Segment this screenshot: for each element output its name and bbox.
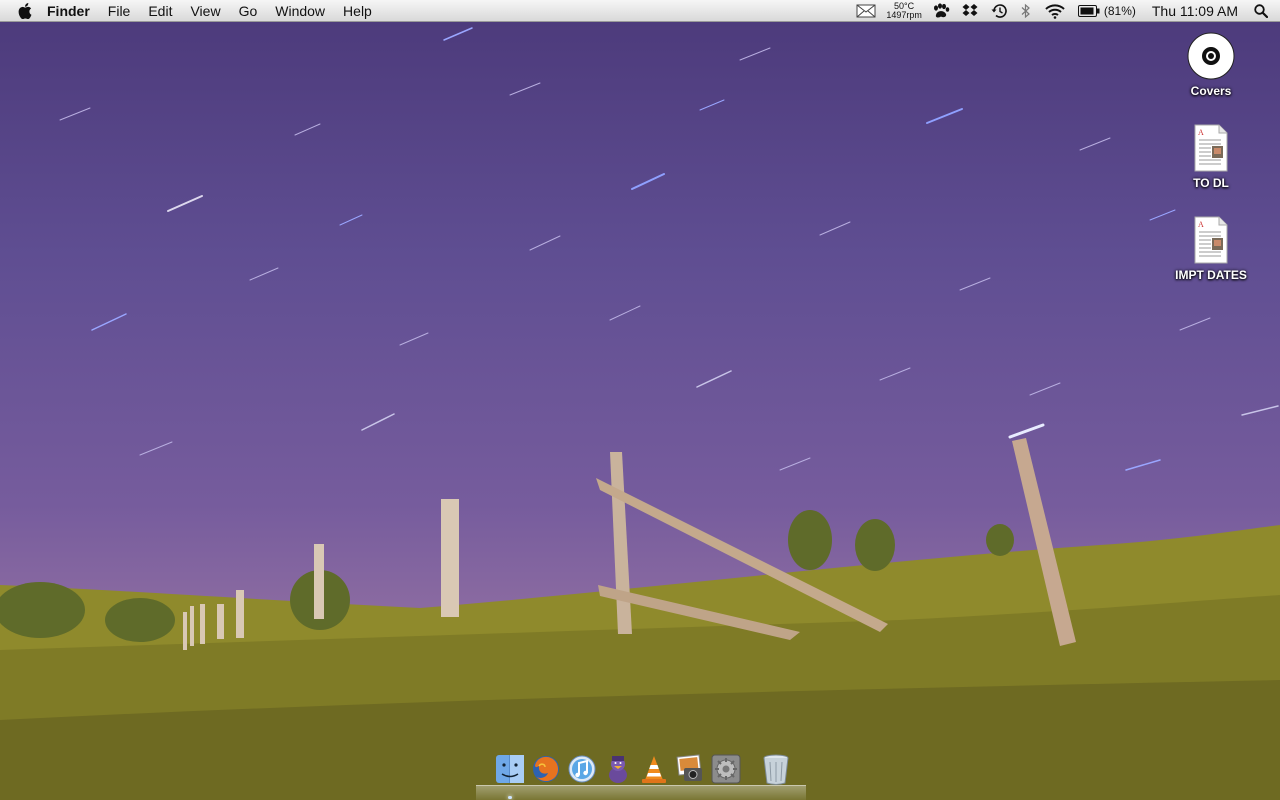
adium-duck-icon bbox=[609, 756, 627, 783]
menu-app-finder[interactable]: Finder bbox=[38, 0, 99, 22]
menu-bar-status-area: 50°C 1497rpm (81%) Thu 11:09 AM bbox=[850, 0, 1280, 22]
menu-clock[interactable]: Thu 11:09 AM bbox=[1142, 0, 1248, 22]
fan-speed-readout: 1497rpm bbox=[886, 10, 922, 20]
menu-go[interactable]: Go bbox=[230, 0, 267, 22]
menu-bar-left: Finder File Edit View Go Window Help bbox=[0, 0, 381, 22]
svg-text:A: A bbox=[1198, 220, 1204, 229]
desktop[interactable]: Covers A TO DL A IMPT DATES bbox=[0, 22, 1280, 800]
spotlight-button[interactable] bbox=[1248, 0, 1280, 22]
desktop-icon-label: IMPT DATES bbox=[1175, 268, 1247, 282]
battery-status[interactable]: (81%) bbox=[1072, 0, 1142, 22]
battery-percentage: (81%) bbox=[1103, 4, 1136, 18]
document-icon: A bbox=[1194, 216, 1228, 264]
wifi-icon bbox=[1045, 4, 1065, 19]
dropbox-status[interactable] bbox=[956, 0, 984, 22]
dock-app-firefox[interactable] bbox=[530, 752, 562, 786]
dock-app-adium[interactable] bbox=[602, 752, 634, 786]
bluetooth-status[interactable] bbox=[1014, 0, 1038, 22]
star-trails bbox=[59, 27, 1279, 471]
itunes-icon bbox=[568, 755, 596, 783]
desktop-icon-covers[interactable]: Covers bbox=[1161, 32, 1261, 98]
desktop-icon-label: Covers bbox=[1190, 84, 1232, 98]
dock-app-vlc[interactable] bbox=[638, 752, 670, 786]
dock-app-system-preferences[interactable] bbox=[710, 752, 742, 786]
spotlight-search-icon bbox=[1254, 4, 1268, 18]
dock-running-indicator bbox=[508, 796, 512, 799]
menu-window[interactable]: Window bbox=[266, 0, 334, 22]
disc-icon bbox=[1187, 32, 1235, 80]
desktop-wallpaper bbox=[0, 27, 1280, 800]
dock-app-trash[interactable] bbox=[760, 752, 792, 786]
vlc-cone-icon bbox=[642, 756, 666, 783]
menu-edit[interactable]: Edit bbox=[139, 0, 181, 22]
preview-icon bbox=[676, 754, 702, 781]
time-machine-status[interactable] bbox=[984, 0, 1014, 22]
bluetooth-icon bbox=[1021, 3, 1030, 19]
battery-icon bbox=[1077, 5, 1100, 17]
paw-status[interactable] bbox=[926, 0, 956, 22]
menu-bar: Finder File Edit View Go Window Help 50°… bbox=[0, 0, 1280, 22]
dock-app-itunes[interactable] bbox=[566, 752, 598, 786]
time-machine-icon bbox=[991, 4, 1007, 18]
dock bbox=[476, 748, 806, 800]
system-preferences-icon bbox=[711, 754, 741, 784]
apple-icon bbox=[18, 2, 32, 19]
desktop-icon-label: TO DL bbox=[1193, 176, 1229, 190]
trash-icon bbox=[763, 754, 789, 785]
dropbox-icon bbox=[962, 4, 978, 16]
finder-icon bbox=[496, 755, 524, 783]
menu-file[interactable]: File bbox=[99, 0, 140, 22]
menu-help[interactable]: Help bbox=[334, 0, 381, 22]
desktop-icon-impt-dates[interactable]: A IMPT DATES bbox=[1161, 216, 1261, 282]
dock-shelf bbox=[476, 785, 806, 800]
mail-envelope-icon bbox=[856, 4, 876, 18]
desktop-icon-to-dl[interactable]: A TO DL bbox=[1161, 124, 1261, 190]
paw-icon bbox=[933, 3, 950, 18]
firefox-icon bbox=[533, 756, 559, 782]
document-icon: A bbox=[1194, 124, 1228, 172]
svg-text:A: A bbox=[1198, 128, 1204, 137]
hardware-monitor[interactable]: 50°C 1497rpm bbox=[882, 0, 926, 22]
mail-status[interactable] bbox=[850, 0, 882, 22]
dock-app-finder[interactable] bbox=[494, 752, 526, 786]
menu-view[interactable]: View bbox=[181, 0, 229, 22]
wifi-status[interactable] bbox=[1038, 0, 1072, 22]
apple-menu[interactable] bbox=[12, 2, 38, 19]
dock-app-preview[interactable] bbox=[674, 752, 706, 786]
dock-icons bbox=[494, 752, 792, 786]
